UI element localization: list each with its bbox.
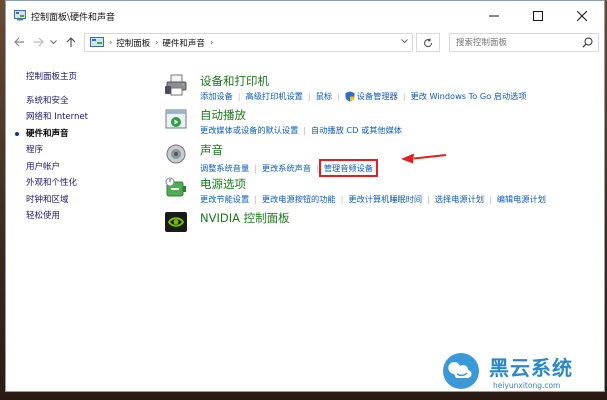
change-system-sounds-link[interactable]: 更改系统声音 (262, 162, 311, 174)
arrow-left-icon (13, 37, 24, 47)
breadcrumb-control-panel[interactable]: 控制面板 (116, 37, 150, 49)
advanced-printer-settings-link[interactable]: 高级打印机设置 (246, 90, 303, 102)
link-divider: | (337, 91, 340, 101)
refresh-icon (424, 38, 433, 47)
close-icon (577, 11, 587, 21)
recent-locations-button[interactable] (48, 35, 58, 49)
link-divider: | (402, 91, 406, 101)
arrow-up-icon (66, 36, 76, 47)
maximize-button[interactable] (516, 1, 560, 31)
printer-icon (165, 74, 187, 96)
control-panel-icon (90, 36, 104, 47)
category-title[interactable]: 设备和打印机 (200, 73, 269, 89)
chevron-down-icon (49, 39, 57, 44)
choose-power-plan-link[interactable]: 选择电源计划 (435, 193, 484, 205)
link-divider: | (488, 194, 492, 204)
change-media-defaults-link[interactable]: 更改媒体或设备的默认设置 (200, 124, 298, 136)
search-input[interactable] (456, 35, 576, 50)
link-divider: | (303, 125, 307, 135)
sidebar-item-appearance[interactable]: 外观和个性化 (26, 175, 146, 192)
sleep-time-link[interactable]: 更改计算机睡眠时间 (348, 193, 422, 205)
breadcrumb-hardware-sound[interactable]: 硬件和声音 (162, 37, 205, 49)
power-button-function-link[interactable]: 更改电源按钮的功能 (262, 193, 336, 205)
autoplay-cd-link[interactable]: 自动播放 CD 或其他媒体 (311, 124, 402, 136)
sidebar: 控制面板主页 系统和安全 网络和 Internet 硬件和声音 程序 用户帐户 … (15, 69, 146, 225)
category-title[interactable]: 电源选项 (200, 176, 246, 192)
adjust-volume-link[interactable]: 调整系统音量 (200, 162, 249, 174)
forward-button[interactable] (31, 35, 45, 49)
title-bar[interactable]: 控制面板\硬件和声音 (6, 1, 604, 31)
back-button[interactable] (12, 35, 26, 49)
mouse-link[interactable]: 鼠标 (316, 90, 332, 102)
navigation-bar: › 控制面板 › 硬件和声音 › (6, 31, 604, 55)
edit-power-plan-link[interactable]: 编辑电源计划 (497, 193, 546, 205)
cloud-logo-icon (443, 353, 479, 389)
link-divider: | (254, 163, 257, 173)
close-button[interactable] (560, 1, 604, 31)
sidebar-item-programs[interactable]: 程序 (26, 142, 146, 159)
sidebar-item-clock-region[interactable]: 时钟和区域 (26, 192, 146, 209)
window-title: 控制面板\硬件和声音 (31, 13, 116, 23)
minimize-button[interactable] (472, 1, 516, 31)
link-divider: | (254, 194, 257, 204)
change-power-saving-link[interactable]: 更改节能设置 (200, 193, 249, 205)
device-manager-link[interactable]: 设备管理器 (357, 90, 398, 102)
control-panel-window: 控制面板\硬件和声音 › 控制面板 › 硬件和声音 › 搜索控制面板 控制面板主… (5, 0, 605, 392)
minimize-icon (489, 15, 499, 17)
watermark: 黑云系统 heiyunxitong.com (437, 350, 607, 400)
sidebar-item-ease-of-access[interactable]: 轻松使用 (26, 208, 146, 225)
sidebar-item-hardware-sound[interactable]: 硬件和声音 (15, 126, 146, 143)
link-divider: | (427, 194, 430, 204)
address-bar[interactable]: › 控制面板 › 硬件和声音 › (84, 33, 413, 52)
category-title[interactable]: NVIDIA 控制面板 (200, 210, 290, 226)
sidebar-item-network[interactable]: 网络和 Internet (26, 109, 146, 126)
power-icon (165, 177, 186, 197)
breadcrumb-separator-icon: › (109, 38, 113, 47)
link-divider: | (237, 91, 241, 101)
control-panel-icon (14, 10, 26, 21)
annotation-arrow-icon (401, 153, 447, 164)
nvidia-icon (165, 212, 187, 232)
up-button[interactable] (64, 35, 78, 49)
add-device-link[interactable]: 添加设备 (200, 90, 233, 102)
sidebar-item-system-security[interactable]: 系统和安全 (26, 93, 146, 110)
speaker-icon (166, 144, 186, 164)
manage-audio-devices-link[interactable]: 管理音频设备 (318, 159, 378, 177)
link-divider: | (307, 91, 311, 101)
category-title[interactable]: 自动播放 (200, 107, 246, 123)
link-divider: | (340, 194, 344, 204)
address-dropdown-icon[interactable] (401, 38, 408, 46)
breadcrumb-separator-icon: › (155, 38, 159, 47)
windows-to-go-link[interactable]: 更改 Windows To Go 启动选项 (411, 90, 527, 102)
watermark-brand: 黑云系统 (489, 356, 573, 380)
autoplay-icon (165, 109, 187, 129)
sidebar-item-user-accounts[interactable]: 用户帐户 (26, 159, 146, 176)
arrow-right-icon (33, 37, 44, 47)
maximize-icon (533, 11, 543, 21)
search-box[interactable] (449, 33, 599, 52)
sidebar-item-home[interactable]: 控制面板主页 (26, 69, 146, 86)
uac-shield-icon (345, 91, 355, 101)
watermark-url: heiyunxitong.com (493, 381, 561, 390)
search-icon[interactable] (582, 37, 593, 48)
refresh-button[interactable] (416, 33, 440, 52)
category-title[interactable]: 声音 (200, 142, 223, 158)
breadcrumb-separator-icon: › (209, 38, 214, 47)
